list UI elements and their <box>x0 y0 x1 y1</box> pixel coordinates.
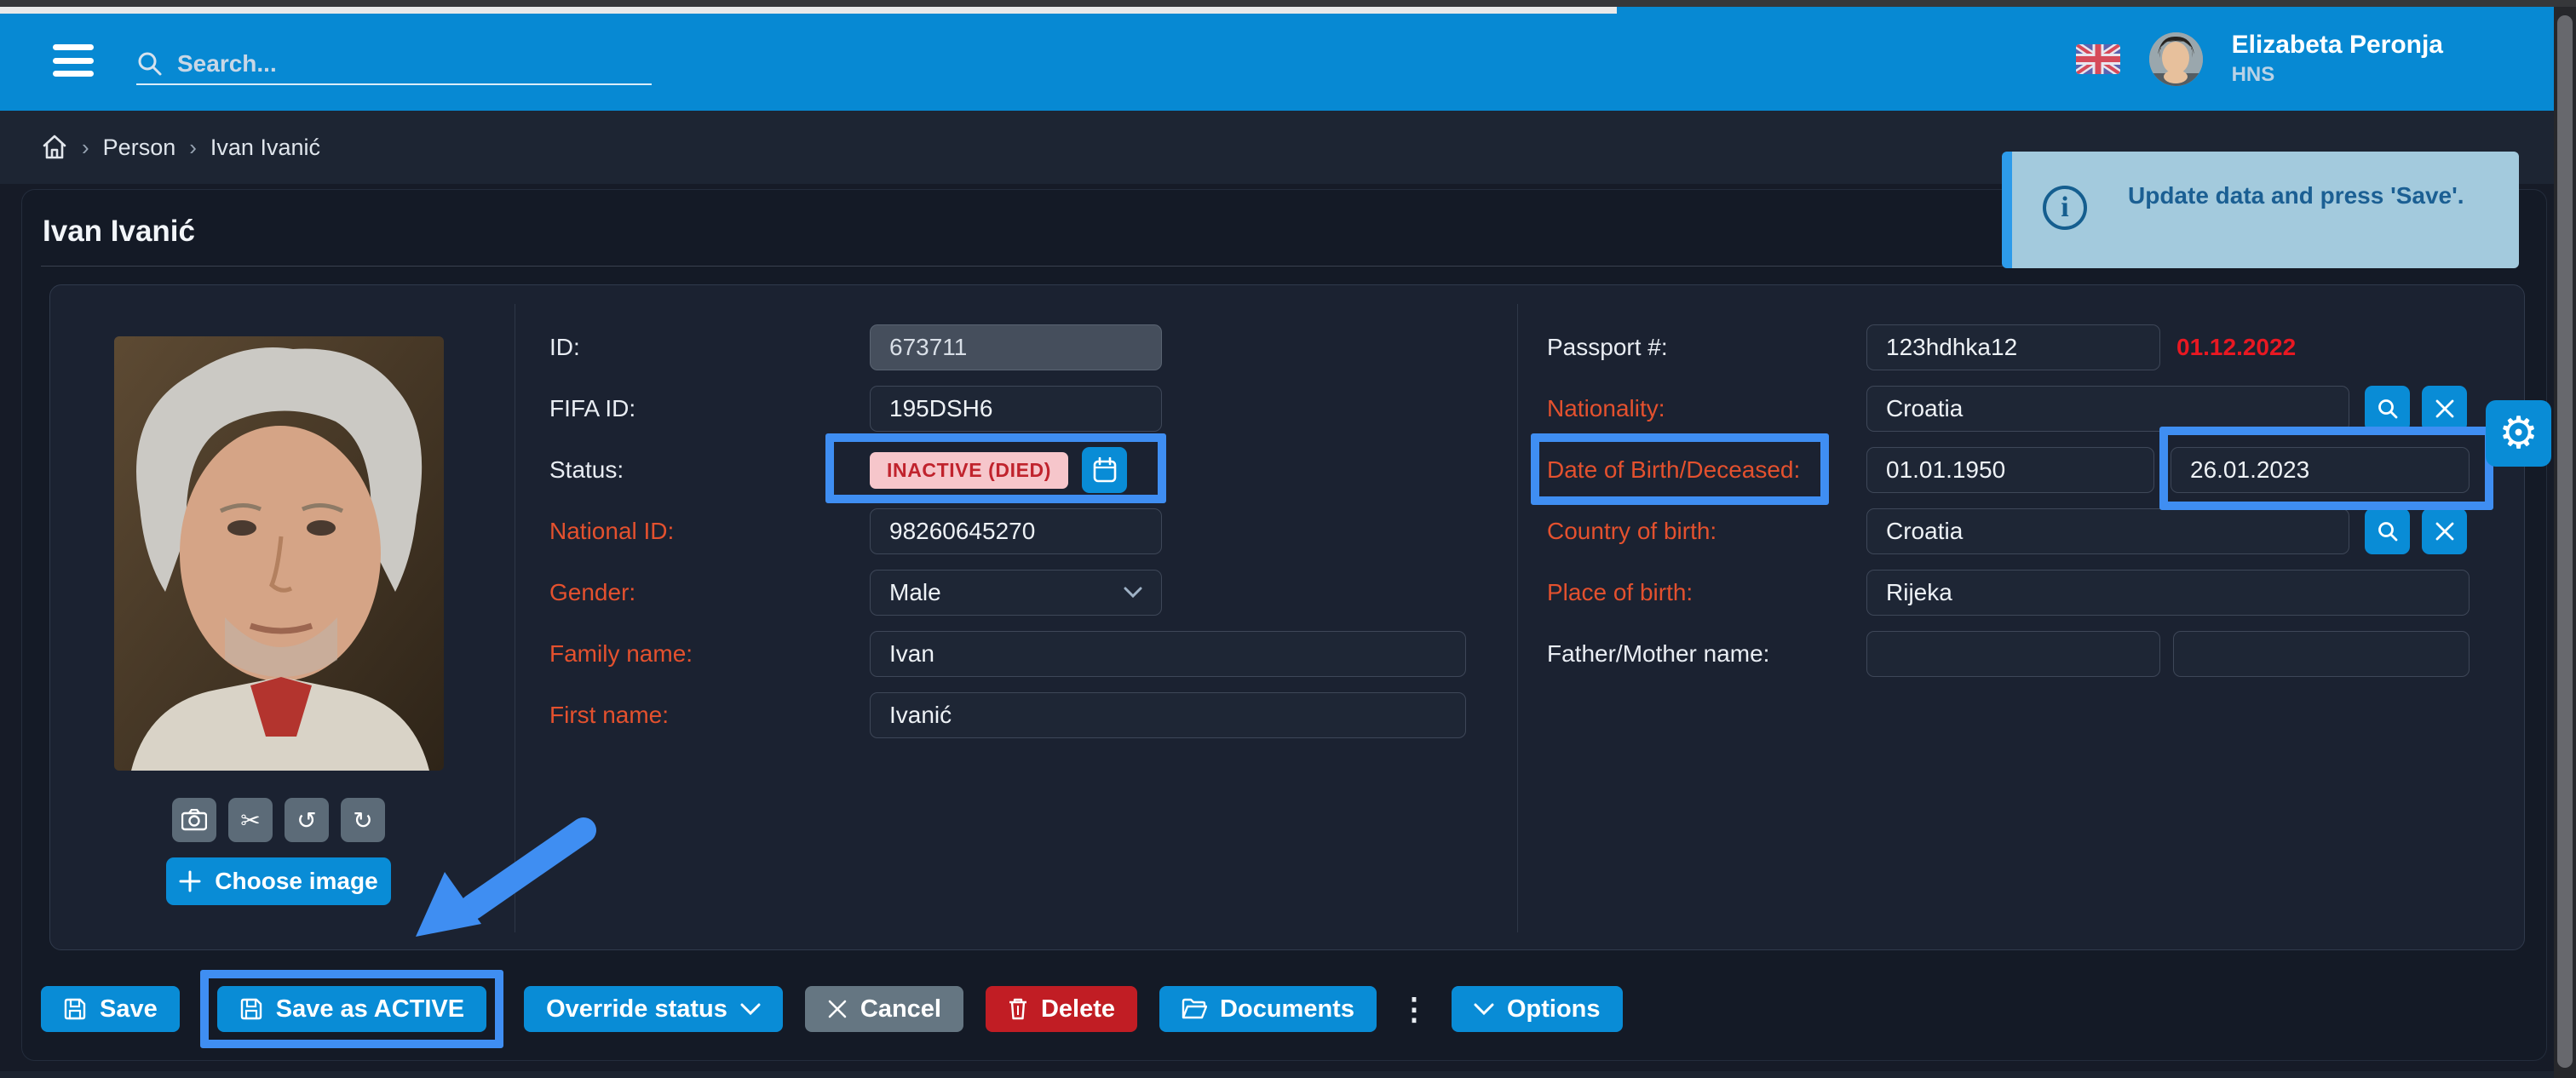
page-title: Ivan Ivanić <box>43 215 195 249</box>
nationality-clear-button[interactable] <box>2422 386 2467 432</box>
window-light-strip <box>0 7 1617 14</box>
nationality-field[interactable]: Croatia <box>1866 386 2349 432</box>
search-icon <box>136 50 164 77</box>
save-as-active-button[interactable]: Save as ACTIVE <box>217 986 486 1032</box>
country-of-birth-field[interactable]: Croatia <box>1866 508 2349 554</box>
nationality-actions <box>2365 386 2467 432</box>
column-divider <box>1517 304 1518 932</box>
country-of-birth-label: Country of birth: <box>1547 518 1716 545</box>
home-icon[interactable] <box>41 134 68 161</box>
plus-icon <box>179 870 201 892</box>
id-label: ID: <box>549 334 580 361</box>
vertical-scrollbar[interactable] <box>2554 7 2576 1078</box>
chevron-down-icon <box>1474 1003 1494 1016</box>
annotation-save-active-highlight: Save as ACTIVE <box>200 970 503 1048</box>
nationality-search-button[interactable] <box>2365 386 2410 432</box>
breadcrumb-item-person[interactable]: Person <box>103 135 176 161</box>
status-label: Status: <box>549 456 624 484</box>
date-of-birth-field[interactable]: 01.01.1950 <box>1866 447 2154 493</box>
family-name-label: Family name: <box>549 640 693 668</box>
crop-scissors-button[interactable]: ✂ <box>228 798 273 842</box>
country-search-button[interactable] <box>2365 508 2410 554</box>
gender-select[interactable]: Male <box>870 570 1162 616</box>
national-id-field[interactable]: 98260645270 <box>870 508 1162 554</box>
country-clear-button[interactable] <box>2422 508 2467 554</box>
close-icon <box>2435 521 2455 542</box>
gender-label: Gender: <box>549 579 635 606</box>
photo-toolbar: ✂ ↺ ↻ <box>172 798 385 842</box>
user-meta[interactable]: Elizabeta Peronja HNS <box>2232 31 2443 87</box>
family-name-field[interactable]: Ivan <box>870 631 1466 677</box>
country-of-birth-actions <box>2365 508 2467 554</box>
passport-expiry-date: 01.12.2022 <box>2176 334 2296 361</box>
info-icon: i <box>2043 186 2087 230</box>
place-of-birth-field[interactable]: Rijeka <box>1866 570 2470 616</box>
settings-gear-button[interactable]: ⚙ <box>2486 400 2551 467</box>
save-icon <box>239 997 263 1021</box>
nationality-label: Nationality: <box>1547 395 1665 422</box>
search-icon <box>2377 520 2399 542</box>
annotation-arrow <box>400 817 605 945</box>
birth-deceased-label: Date of Birth/Deceased: <box>1547 456 1800 484</box>
person-photo <box>114 336 444 771</box>
form-actions: Save Save as ACTIVE Override status Canc… <box>41 986 1623 1032</box>
options-button[interactable]: Options <box>1452 986 1623 1032</box>
search-placeholder: Search... <box>177 50 277 77</box>
trash-icon <box>1008 997 1028 1021</box>
father-name-field[interactable] <box>1866 631 2160 677</box>
id-field: 673711 <box>870 324 1162 370</box>
fifa-id-label: FIFA ID: <box>549 395 635 422</box>
window-top-strip <box>0 0 2576 7</box>
close-icon <box>827 999 848 1019</box>
header-user-area: Elizabeta Peronja HNS <box>2076 7 2443 111</box>
search-icon <box>2377 398 2399 420</box>
mother-name-field[interactable] <box>2173 631 2470 677</box>
chevron-down-icon <box>740 1003 761 1016</box>
breadcrumb-separator: › <box>82 135 89 161</box>
breadcrumb-item-current: Ivan Ivanić <box>210 135 320 161</box>
rotate-left-button[interactable]: ↺ <box>285 798 329 842</box>
user-avatar[interactable] <box>2149 32 2203 86</box>
place-of-birth-label: Place of birth: <box>1547 579 1693 606</box>
documents-button[interactable]: Documents <box>1159 986 1377 1032</box>
save-icon <box>63 997 87 1021</box>
uk-flag-icon[interactable] <box>2076 44 2120 74</box>
info-tooltip: i Update data and press 'Save'. <box>2002 152 2519 268</box>
cancel-button[interactable]: Cancel <box>805 986 963 1032</box>
status-badge: INACTIVE (DIED) <box>870 452 1068 489</box>
first-name-label: First name: <box>549 702 669 729</box>
save-button[interactable]: Save <box>41 986 180 1032</box>
top-navigation-bar: Search... <box>0 7 2554 111</box>
app-root: Search... <box>0 0 2576 1078</box>
user-name: Elizabeta Peronja <box>2232 31 2443 60</box>
choose-image-button[interactable]: Choose image <box>166 857 391 905</box>
delete-button[interactable]: Delete <box>986 986 1137 1032</box>
chevron-down-icon <box>1124 587 1142 599</box>
user-org: HNS <box>2232 63 2443 87</box>
override-status-button[interactable]: Override status <box>524 986 783 1032</box>
bottom-strip <box>0 1071 2576 1078</box>
status-row: INACTIVE (DIED) <box>870 447 1127 493</box>
fifa-id-field[interactable]: 195DSH6 <box>870 386 1162 432</box>
search-input[interactable]: Search... <box>136 44 652 85</box>
date-deceased-field[interactable]: 26.01.2023 <box>2171 447 2470 493</box>
scrollbar-handle[interactable] <box>2557 15 2573 1068</box>
breadcrumb-separator: › <box>189 135 197 161</box>
father-mother-label: Father/Mother name: <box>1547 640 1769 668</box>
close-icon <box>2435 399 2455 419</box>
first-name-field[interactable]: Ivanić <box>870 692 1466 738</box>
calendar-icon <box>1093 457 1117 483</box>
passport-label: Passport #: <box>1547 334 1668 361</box>
menu-button[interactable] <box>53 44 94 77</box>
status-calendar-button[interactable] <box>1082 447 1127 493</box>
passport-field[interactable]: 123hdhka12 <box>1866 324 2160 370</box>
camera-button[interactable] <box>172 798 216 842</box>
rotate-right-button[interactable]: ↻ <box>341 798 385 842</box>
national-id-label: National ID: <box>549 518 674 545</box>
folder-icon <box>1182 998 1207 1020</box>
tooltip-text: Update data and press 'Save'. <box>2128 182 2464 268</box>
more-actions-dots: ⋮ <box>1399 986 1429 1032</box>
